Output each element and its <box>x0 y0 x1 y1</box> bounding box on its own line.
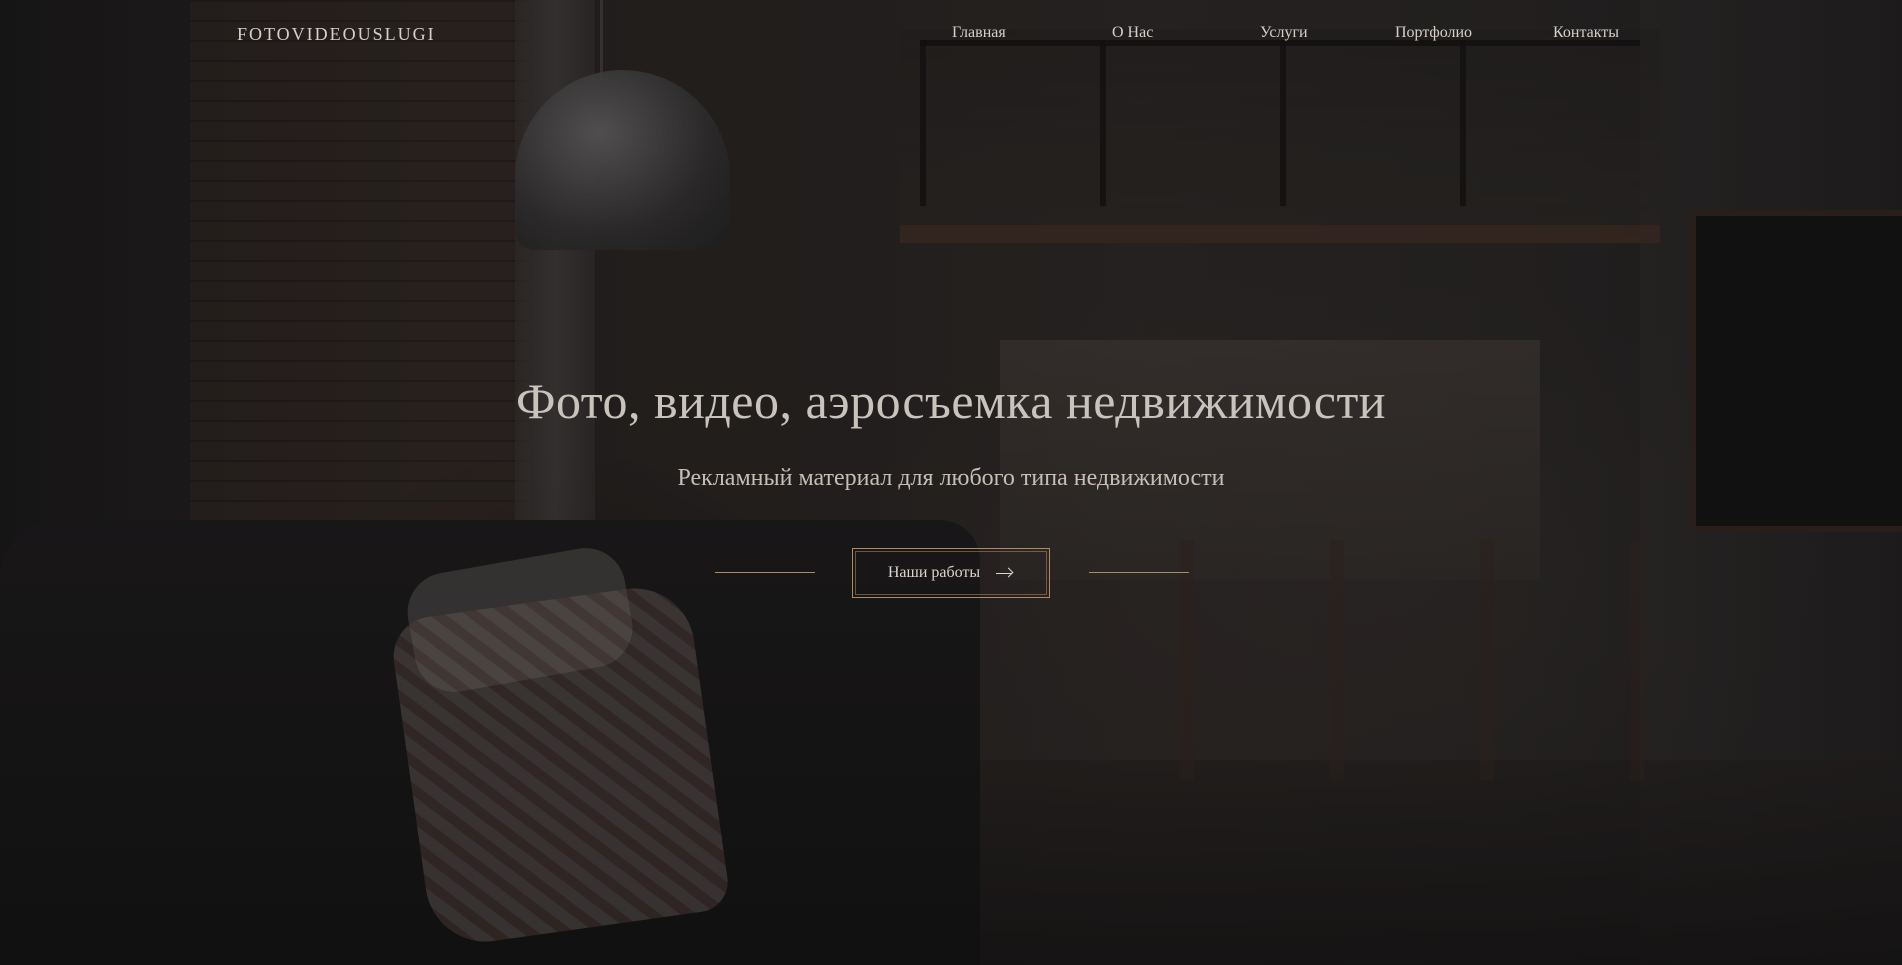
decorative-line-right <box>1089 572 1189 573</box>
nav-item-home[interactable]: Главная <box>952 24 1006 42</box>
nav-item-contacts[interactable]: Контакты <box>1553 24 1619 42</box>
our-works-button[interactable]: Наши работы <box>852 548 1050 598</box>
hero-subtitle: Рекламный материал для любого типа недви… <box>677 465 1225 491</box>
nav-item-about[interactable]: О Нас <box>1112 24 1153 42</box>
background-sofa <box>0 520 980 965</box>
hero-title: Фото, видео, аэросъемка недвижимости <box>515 373 1387 429</box>
decorative-line-left <box>715 572 815 573</box>
site-logo[interactable]: FOTOVIDEOUSLUGI <box>237 24 436 45</box>
hero-section: FOTOVIDEOUSLUGI Главная О Нас Услуги Пор… <box>0 0 1902 965</box>
background-lamp <box>515 70 730 250</box>
background-floor <box>600 760 1902 965</box>
background-pillow <box>401 541 639 699</box>
site-header: FOTOVIDEOUSLUGI Главная О Нас Услуги Пор… <box>0 0 1902 70</box>
our-works-button-label: Наши работы <box>887 564 981 581</box>
background-pillow-patterned <box>388 580 732 950</box>
nav-item-services[interactable]: Услуги <box>1260 24 1308 42</box>
arrow-right-icon <box>996 568 1014 578</box>
background-chairs <box>1180 540 1780 780</box>
nav-item-portfolio[interactable]: Портфолио <box>1395 24 1472 42</box>
